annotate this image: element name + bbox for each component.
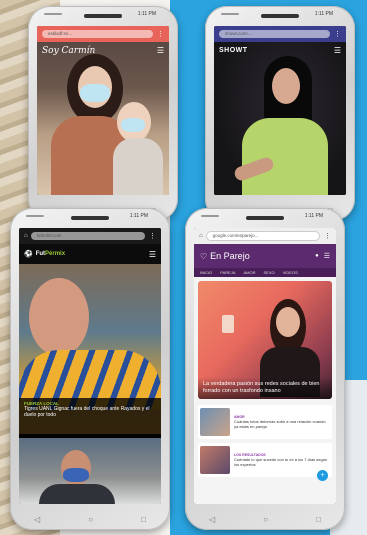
menu-item[interactable]: AMOR	[244, 270, 256, 275]
menu-dots-icon[interactable]: ⋮	[324, 232, 331, 240]
phone-3-screen[interactable]: ⌂ futbolrd.com ⋮ ⚽ FutPérmix ☰ FUERZA LO…	[19, 228, 161, 504]
item-thumbnail	[200, 408, 230, 436]
home-icon[interactable]: ○	[88, 515, 93, 524]
hero-article[interactable]: La verdadera pasión sus redes sociales d…	[198, 281, 332, 399]
phone-nav: ◁ ○ □	[185, 515, 345, 524]
phone-1-screen[interactable]: estilodf.tv/... ⋮ Soy Carmín ☰	[37, 26, 169, 195]
back-icon[interactable]: ◁	[34, 515, 40, 524]
menu-dots-icon[interactable]: ⋮	[149, 232, 156, 240]
menu-item[interactable]: INICIO	[200, 270, 212, 275]
phone-sensor	[201, 215, 219, 217]
menu-dots-icon[interactable]: ⋮	[334, 30, 341, 38]
share-button[interactable]: +	[317, 470, 328, 481]
phone-sensor	[44, 13, 62, 15]
menu-item[interactable]: VIDEOS	[283, 270, 298, 275]
browser-bar: ⌂ google.com/enparejo... ⋮	[194, 228, 336, 244]
ball-icon: ⚽	[24, 251, 33, 258]
heart-icon: ♡	[200, 251, 208, 261]
phone-speaker	[84, 14, 122, 18]
phone-sensor	[221, 13, 239, 15]
phone-4-screen[interactable]: ⌂ google.com/enparejo... ⋮ ♡ En Parejo ●…	[194, 228, 336, 504]
article-image[interactable]: Soy Carmín ☰	[37, 42, 169, 195]
browser-bar: showt.com/... ⋮	[214, 26, 346, 42]
phone-nav: ◁ ○ □	[10, 515, 170, 524]
phone-2-screen[interactable]: showt.com/... ⋮ SHOWT ☰	[214, 26, 346, 195]
browser-bar: ⌂ futbolrd.com ⋮	[19, 228, 161, 244]
item-thumbnail	[200, 446, 230, 474]
phone-1: 1:11 PM estilodf.tv/... ⋮ Soy Carmín ☰ ◁…	[28, 6, 178, 221]
phone-3: 1:11 PM ⌂ futbolrd.com ⋮ ⚽ FutPérmix ☰ F…	[10, 208, 170, 530]
child-body	[113, 138, 163, 195]
phone-speaker	[246, 216, 284, 220]
url-field[interactable]: google.com/enparejo...	[205, 231, 320, 241]
woman-shirt	[242, 118, 328, 195]
site-logo[interactable]: En Parejo	[210, 251, 250, 261]
article-image[interactable]: SHOWT ☰	[214, 42, 346, 195]
status-time: 1:11 PM	[137, 11, 156, 17]
hamburger-icon[interactable]: ☰	[334, 46, 341, 55]
woman-face	[276, 307, 300, 337]
logo-part-b: Pérmix	[45, 251, 66, 257]
status-time: 1:11 PM	[314, 11, 333, 17]
home-icon[interactable]: ○	[263, 515, 268, 524]
menu-dots-icon[interactable]: ⋮	[157, 30, 164, 38]
site-menu: INICIO PAREJA AMOR SEXO VIDEOS	[194, 268, 336, 277]
phone-speaker	[261, 14, 299, 18]
list-item[interactable]: LOS RESULTADOS Cuéntate lo que sucede co…	[198, 443, 332, 477]
phone-sensor	[26, 215, 44, 217]
face-mask	[80, 84, 110, 102]
url-field[interactable]: showt.com/...	[219, 30, 330, 38]
home-page-icon[interactable]: ⌂	[24, 233, 28, 239]
item-text-block: LOS RESULTADOS Cuéntate lo que sucede co…	[234, 453, 330, 467]
article-headline[interactable]: Tigres UANL Gignac fuera del choque ante…	[24, 406, 156, 418]
menu-item[interactable]: PAREJA	[220, 270, 235, 275]
list-item[interactable]: AMOR Cuántas fotos deberías subir a una …	[198, 405, 332, 439]
item-title[interactable]: Cuéntate lo que sucede con tu ex a los 7…	[234, 457, 330, 467]
hamburger-icon[interactable]: ☰	[149, 250, 156, 259]
item-title[interactable]: Cuántas fotos deberías subir a una relac…	[234, 419, 330, 429]
phone-2: 1:11 PM showt.com/... ⋮ SHOWT ☰ ◁ ○ □	[205, 6, 355, 221]
status-time: 1:11 PM	[129, 213, 148, 219]
article-caption[interactable]: FUERZA LOCAL Tigres UANL Gignac fuera de…	[19, 398, 161, 438]
page-body: La verdadera pasión sus redes sociales d…	[194, 277, 336, 504]
menu-item[interactable]: SEXO	[264, 270, 275, 275]
browser-bar: estilodf.tv/... ⋮	[37, 26, 169, 42]
phone-in-hand	[222, 315, 234, 333]
player-head	[29, 278, 89, 356]
user-icon[interactable]: ●	[315, 253, 319, 259]
url-field[interactable]: futbolrd.com	[30, 232, 145, 240]
recent-icon[interactable]: □	[141, 515, 146, 524]
woman-face	[272, 68, 300, 104]
article-image-2[interactable]	[19, 438, 161, 504]
url-field[interactable]: estilodf.tv/...	[42, 30, 153, 38]
site-logo[interactable]: FutPérmix	[36, 251, 65, 257]
site-header: ♡ En Parejo ● ☰	[194, 244, 336, 268]
child-mask	[121, 118, 145, 132]
item-text-block: AMOR Cuántas fotos deberías subir a una …	[234, 415, 330, 429]
hamburger-icon[interactable]: ☰	[157, 46, 164, 55]
hamburger-icon[interactable]: ☰	[324, 252, 330, 260]
status-time: 1:11 PM	[304, 213, 323, 219]
phone-speaker	[71, 216, 109, 220]
face-mask	[63, 468, 89, 482]
phone-4: 1:11 PM ⌂ google.com/enparejo... ⋮ ♡ En …	[185, 208, 345, 530]
recent-icon[interactable]: □	[316, 515, 321, 524]
hero-caption[interactable]: La verdadera pasión sus redes sociales d…	[198, 377, 332, 399]
home-page-icon[interactable]: ⌂	[199, 233, 203, 239]
logo-part-a: Fut	[35, 251, 46, 257]
man-suit	[39, 484, 115, 504]
site-header: ⚽ FutPérmix ☰	[19, 244, 161, 264]
site-logo: SHOWT	[219, 47, 248, 54]
back-icon[interactable]: ◁	[209, 515, 215, 524]
